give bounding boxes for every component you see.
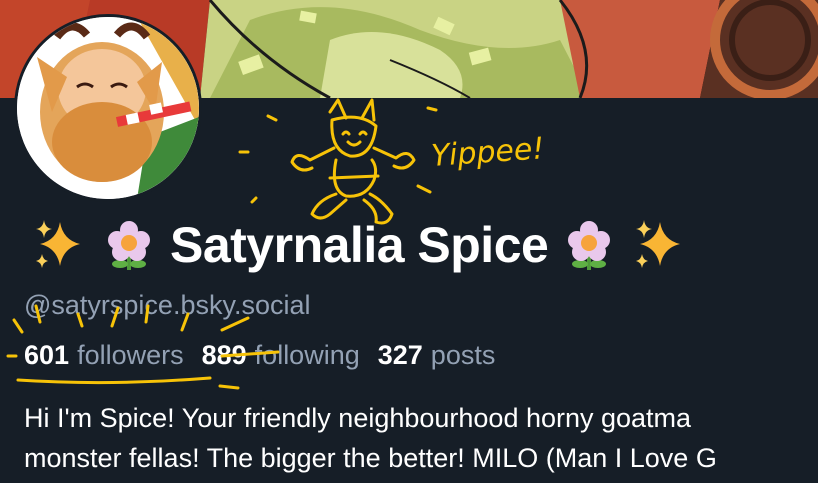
- display-name: Satyrnalia Spice: [170, 217, 549, 273]
- doodle-text: Yippee!: [430, 131, 545, 174]
- flower-icon: [568, 221, 611, 270]
- following-link[interactable]: 889 following: [202, 340, 360, 371]
- bio-line: monster fellas! The bigger the better! M…: [24, 443, 717, 473]
- followers-label: followers: [77, 340, 184, 370]
- sparkles-icon: [36, 220, 80, 268]
- flower-icon: [108, 221, 150, 270]
- followers-count: 601: [24, 340, 70, 370]
- followers-link[interactable]: 601 followers: [24, 340, 184, 371]
- profile-handle: @satyrspice.bsky.social: [24, 290, 311, 320]
- profile-bio: Hi I'm Spice! Your friendly neighbourhoo…: [24, 398, 818, 478]
- bio-line: Hi I'm Spice! Your friendly neighbourhoo…: [24, 403, 692, 433]
- following-label: following: [254, 340, 360, 370]
- avatar[interactable]: [14, 14, 202, 202]
- posts-stat: 327 posts: [378, 340, 496, 371]
- dancing-creature-icon: [238, 98, 438, 225]
- posts-label: posts: [430, 340, 496, 370]
- display-name-row: Satyrnalia Spice: [30, 210, 688, 280]
- posts-count: 327: [377, 340, 423, 370]
- profile-stats: 601 followers 889 following 327 posts: [24, 340, 503, 371]
- following-count: 889: [201, 340, 247, 370]
- sparkles-icon: [636, 220, 681, 268]
